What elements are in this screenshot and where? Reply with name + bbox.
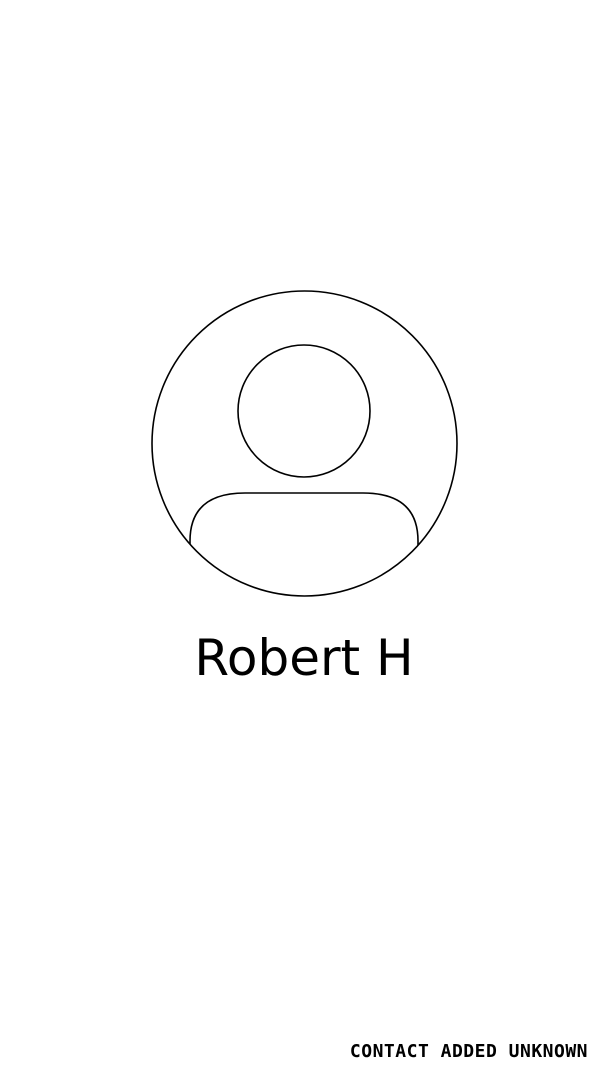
default-person-icon (151, 290, 458, 597)
contact-avatar (150, 289, 459, 598)
contact-screen: Robert H CONTACT ADDED UNKNOWN (0, 0, 608, 1080)
contact-name: Robert H (194, 629, 414, 687)
status-message: CONTACT ADDED UNKNOWN (349, 1041, 588, 1062)
